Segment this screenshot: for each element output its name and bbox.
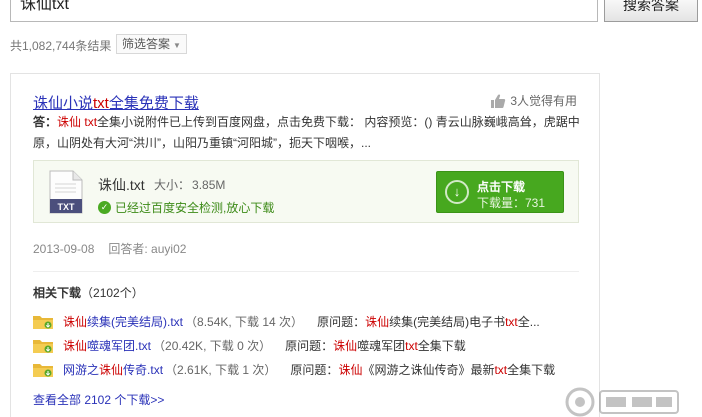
related-item-link[interactable]: 诛仙续集(完美结局).txt xyxy=(63,313,183,330)
file-name: 诛仙.txt xyxy=(98,177,145,193)
link-keyword: 诛仙 xyxy=(99,362,124,377)
thumbs-up-icon xyxy=(491,93,506,108)
orig-label: 原问题： xyxy=(290,362,339,377)
answer-meta: 2013-09-08 回答者: auyi02 xyxy=(33,240,186,257)
helpful-vote[interactable]: 3人觉得有用 xyxy=(490,92,577,109)
orig-label: 原问题： xyxy=(317,314,366,329)
download-label: 点击下载 xyxy=(477,180,526,194)
file-size-label: 大小： xyxy=(154,178,191,192)
search-input[interactable]: 诛仙txt xyxy=(10,0,598,22)
link-post: 噬魂军团.txt xyxy=(87,338,152,353)
answer-card: 诛仙小说txt全集免费下载 3人觉得有用 答：诛仙 txt全集小说附件已上传到百… xyxy=(10,73,600,417)
related-item-link[interactable]: 诛仙噬魂军团.txt xyxy=(63,337,151,354)
txt-icon-label: TXT xyxy=(58,202,76,212)
related-item-original: 原问题：诛仙噬魂军团txt全集下载 xyxy=(285,337,466,354)
filter-label: 筛选答案 xyxy=(122,37,171,51)
safety-check: ✓ 已经过百度安全检测,放心下载 xyxy=(98,199,274,216)
answer-keyword: 诛仙 xyxy=(57,115,82,129)
orig-keyword-txt: txt xyxy=(505,314,518,329)
orig-post: 全... xyxy=(517,314,540,329)
file-download-box: TXT 诛仙.txt 大小： 3.85M ✓ 已经过百度安全检测,放心下载 ↓ 点击… xyxy=(33,160,579,223)
txt-file-icon: TXT xyxy=(49,170,83,214)
title-keyword: txt xyxy=(93,95,109,112)
link-pre: 网游之 xyxy=(63,362,100,377)
related-item-original: 原问题：诛仙《网游之诛仙传奇》最新txt全集下载 xyxy=(290,361,555,378)
orig-keyword: 诛仙 xyxy=(333,338,358,353)
related-count: （2102个） xyxy=(81,286,144,300)
folder-icon xyxy=(33,363,53,377)
orig-mid: 续集(完美结局)电子书 xyxy=(389,314,506,329)
orig-keyword-txt: txt xyxy=(405,338,418,353)
link-post: 续集(完美结局).txt xyxy=(87,314,184,329)
related-item-link[interactable]: 网游之诛仙传奇.txt xyxy=(63,361,163,378)
file-size: 大小： 3.85M xyxy=(154,176,225,193)
download-button[interactable]: ↓ 点击下载 下载量：731 xyxy=(436,171,564,213)
folder-icon xyxy=(33,315,53,329)
answerer: 回答者: auyi02 xyxy=(108,242,187,256)
orig-mid: 《网游之诛仙传奇》最新 xyxy=(362,362,495,377)
answer-text: 全集小说附件已上传到百度网盘，点击免费下载： 内容预览：() 青云山脉巍峨高耸，… xyxy=(33,115,580,150)
link-keyword: 诛仙 xyxy=(63,338,88,353)
orig-keyword-txt: txt xyxy=(494,362,508,377)
related-downloads-heading: 相关下载（2102个） xyxy=(33,284,144,301)
link-keyword: 诛仙 xyxy=(63,314,88,329)
related-item-info: （20.42K, 下载 0 次） xyxy=(153,338,272,353)
answer-prefix: 答： xyxy=(33,115,58,129)
folder-icon xyxy=(33,339,53,353)
chevron-down-icon: ▼ xyxy=(173,41,181,50)
download-arrow-icon: ↓ xyxy=(445,180,469,204)
orig-post: 全集下载 xyxy=(417,338,466,353)
result-count: 共1,082,744条结果 xyxy=(10,39,112,53)
orig-label: 原问题： xyxy=(285,338,334,353)
view-all-downloads-link[interactable]: 查看全部 2102 个下载>> xyxy=(33,391,164,408)
related-item-original: 原问题：诛仙续集(完美结局)电子书txt全... xyxy=(317,313,540,330)
check-circle-icon: ✓ xyxy=(98,201,111,214)
related-item-info: （2.61K, 下载 1 次） xyxy=(165,362,277,377)
answer-title-link[interactable]: 诛仙小说txt全集免费下载 xyxy=(33,92,199,113)
helpful-count: 3人觉得有用 xyxy=(510,94,577,108)
link-post: 传奇.txt xyxy=(123,362,164,377)
answer-date: 2013-09-08 xyxy=(33,242,95,256)
file-size-value: 3.85M xyxy=(192,178,226,192)
answer-snippet: 答：诛仙 txt全集小说附件已上传到百度网盘，点击免费下载： 内容预览：() 青… xyxy=(33,112,581,154)
orig-keyword: 诛仙 xyxy=(365,314,390,329)
related-item: 诛仙噬魂军团.txt （20.42K, 下载 0 次） 原问题：诛仙噬魂军团tx… xyxy=(33,336,466,354)
search-button[interactable]: 搜索答案 xyxy=(604,0,698,22)
safety-text: 已经过百度安全检测,放心下载 xyxy=(115,201,275,215)
related-item: 网游之诛仙传奇.txt （2.61K, 下载 1 次） 原问题：诛仙《网游之诛仙… xyxy=(33,360,555,378)
orig-keyword: 诛仙 xyxy=(338,362,363,377)
download-count: 下载量：731 xyxy=(477,196,546,210)
filter-answers-dropdown[interactable]: 筛选答案 ▼ xyxy=(116,34,187,54)
orig-post: 全集下载 xyxy=(507,362,556,377)
title-text: 诛仙小说 xyxy=(33,95,94,112)
related-item-info: （8.54K, 下载 14 次） xyxy=(185,314,304,329)
related-item: 诛仙续集(完美结局).txt （8.54K, 下载 14 次） 原问题：诛仙续集… xyxy=(33,312,540,330)
watermark-logo xyxy=(565,387,679,417)
answer-keyword-txt: txt xyxy=(84,115,98,129)
title-text-end: 全集免费下载 xyxy=(108,95,199,112)
divider xyxy=(33,271,579,272)
related-title: 相关下载 xyxy=(33,286,82,300)
orig-mid: 噬魂军团 xyxy=(357,338,406,353)
